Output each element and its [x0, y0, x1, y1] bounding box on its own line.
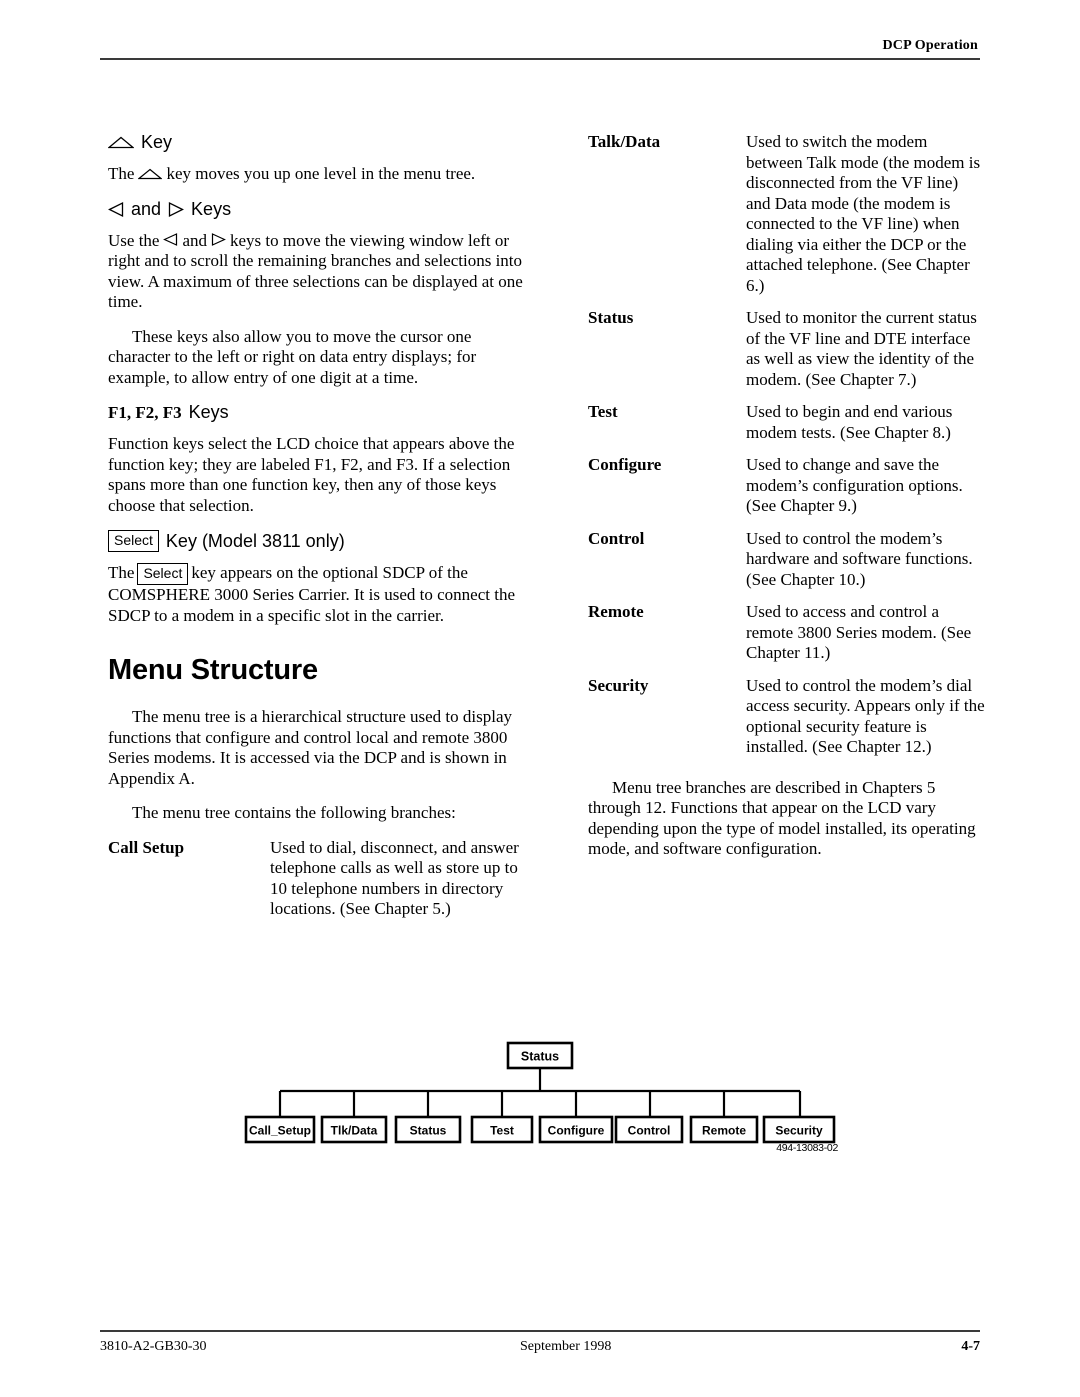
function-keys-paragraph: Function keys select the LCD choice that…	[108, 434, 515, 515]
branch-term: Control	[588, 528, 645, 548]
select-key-paragraph: The Select key appears on the optional SDC…	[108, 563, 528, 626]
up-key-heading: Key	[108, 132, 528, 153]
figure-id: 494-13083-02	[776, 1142, 838, 1154]
left-right-keys-and-label: and	[131, 198, 162, 219]
tree-connectors	[278, 1068, 802, 1117]
right-triangle-icon	[211, 232, 226, 247]
tree-node-child: Control	[614, 1115, 684, 1144]
branch-description: Used to control the modem’s dial access …	[746, 675, 985, 757]
branch-description: Used to monitor the current status of th…	[746, 308, 977, 389]
left-right-keys-heading-label: Keys	[191, 198, 232, 219]
footer-page-number: 4-7	[961, 1339, 980, 1354]
tree-node-child: Call_Setup	[244, 1115, 316, 1144]
left-triangle-icon	[108, 201, 124, 218]
tree-node-child: Remote	[689, 1115, 759, 1144]
branch-description: Used to access and control a remote 3800…	[746, 602, 972, 662]
left-triangle-icon	[163, 232, 178, 247]
footer-date: September 1998	[520, 1339, 612, 1354]
up-triangle-icon	[138, 168, 163, 180]
branch-item: Test Used to begin and end various modem…	[588, 402, 988, 443]
up-key-heading-label: Key	[141, 132, 173, 152]
tree-node-child: Security	[762, 1115, 836, 1144]
lr-para-a: Use the	[108, 230, 160, 250]
branch-item: Talk/Data Used to switch the modem betwe…	[588, 132, 988, 296]
function-keys-bold-part: F1, F2, F3	[108, 402, 182, 422]
cursor-paragraph: These keys also allow you to move the cu…	[108, 326, 477, 387]
menu-structure-paragraph-2: The menu tree contains the following bra…	[132, 803, 456, 822]
tree-node-root: Status	[506, 1041, 574, 1070]
branch-term: Call Setup	[108, 837, 185, 857]
header-title: DCP Operation	[882, 38, 978, 53]
svg-text:Status: Status	[521, 1050, 559, 1064]
select-keybox: Select	[108, 530, 159, 552]
left-right-keys-heading: and Keys	[108, 199, 528, 220]
branch-item: Security Used to control the modem’s dia…	[588, 676, 988, 758]
header-rule	[100, 58, 980, 60]
tree-node-child: Tlk/Data	[320, 1115, 388, 1144]
svg-text:Security: Security	[775, 1124, 823, 1138]
branch-item: Status Used to monitor the current statu…	[588, 308, 988, 390]
page-footer: 3810-A2-GB30-30 September 1998 4-7	[100, 1330, 980, 1355]
svg-text:Test: Test	[490, 1124, 514, 1138]
left-branch-list: Call Setup Used to dial, disconnect, and…	[108, 838, 528, 920]
svg-text:Tlk/Data: Tlk/Data	[331, 1124, 378, 1138]
function-keys-heading: F1, F2, F3 Keys	[108, 402, 528, 423]
select-key-heading-label: Key (Model 3811 only)	[165, 530, 345, 551]
right-branch-list: Talk/Data Used to switch the modem betwe…	[588, 132, 988, 758]
page-header: DCP Operation	[100, 38, 980, 60]
branch-item: Remote Used to access and control a remo…	[588, 602, 988, 664]
up-key-para-b: key moves you up one level in the menu t…	[166, 164, 476, 183]
svg-text:Call_Setup: Call_Setup	[249, 1124, 311, 1138]
branch-item: Configure Used to change and save the mo…	[588, 455, 988, 517]
select-key-heading: Select Key (Model 3811 only)	[108, 530, 528, 552]
svg-text:Status: Status	[410, 1124, 447, 1138]
tree-node-child: Configure	[538, 1115, 614, 1144]
up-key-paragraph: The key moves you up one level in the men…	[108, 164, 528, 185]
branch-term: Configure	[588, 455, 662, 474]
closing-paragraph: Menu tree branches are described in Chap…	[588, 777, 976, 859]
branch-description: Used to dial, disconnect, and answer tel…	[270, 837, 519, 919]
branch-description: Used to begin and end various modem test…	[746, 402, 953, 442]
menu-tree-figure: Status Call_Setup Tlk/Data Status Test C…	[100, 1030, 980, 1180]
menu-tree-diagram: Status Call_Setup Tlk/Data Status Test C…	[244, 1041, 836, 1144]
menu-structure-paragraph-1: The menu tree is a hierarchical structur…	[108, 707, 512, 788]
branch-term: Status	[588, 308, 634, 327]
svg-text:Remote: Remote	[702, 1124, 746, 1138]
left-right-keys-paragraph: Use the and keys to move the viewing windo…	[108, 231, 528, 313]
branch-term: Test	[588, 402, 618, 421]
tree-node-child: Test	[470, 1115, 534, 1144]
branch-item: Call Setup Used to dial, disconnect, and…	[108, 838, 528, 920]
up-triangle-icon	[108, 136, 134, 149]
branch-description: Used to control the modem’s hardware and…	[746, 528, 973, 589]
right-column: Talk/Data Used to switch the modem betwe…	[588, 132, 988, 874]
branch-description: Used to change and save the modem’s conf…	[746, 455, 963, 515]
left-column: Key The key moves you up one level in the…	[108, 132, 528, 932]
footer-document-number: 3810-A2-GB30-30	[100, 1339, 207, 1354]
branch-term: Remote	[588, 602, 644, 621]
svg-text:Configure: Configure	[548, 1124, 605, 1138]
up-key-para-a: The	[108, 164, 135, 183]
branch-item: Control Used to control the modem’s hard…	[588, 529, 988, 591]
right-triangle-icon	[168, 201, 185, 218]
tree-node-child: Status	[394, 1115, 462, 1144]
function-keys-heading-label: Keys	[188, 402, 229, 422]
page-title: Menu Structure	[108, 654, 318, 686]
branch-description: Used to switch the modem between Talk mo…	[746, 132, 981, 295]
lr-para-b: and	[182, 230, 208, 250]
select-keybox: Select	[137, 563, 189, 585]
svg-text:Control: Control	[628, 1124, 671, 1138]
branch-term: Security	[588, 675, 649, 695]
select-para-a: The	[108, 563, 135, 582]
branch-term: Talk/Data	[588, 132, 661, 151]
